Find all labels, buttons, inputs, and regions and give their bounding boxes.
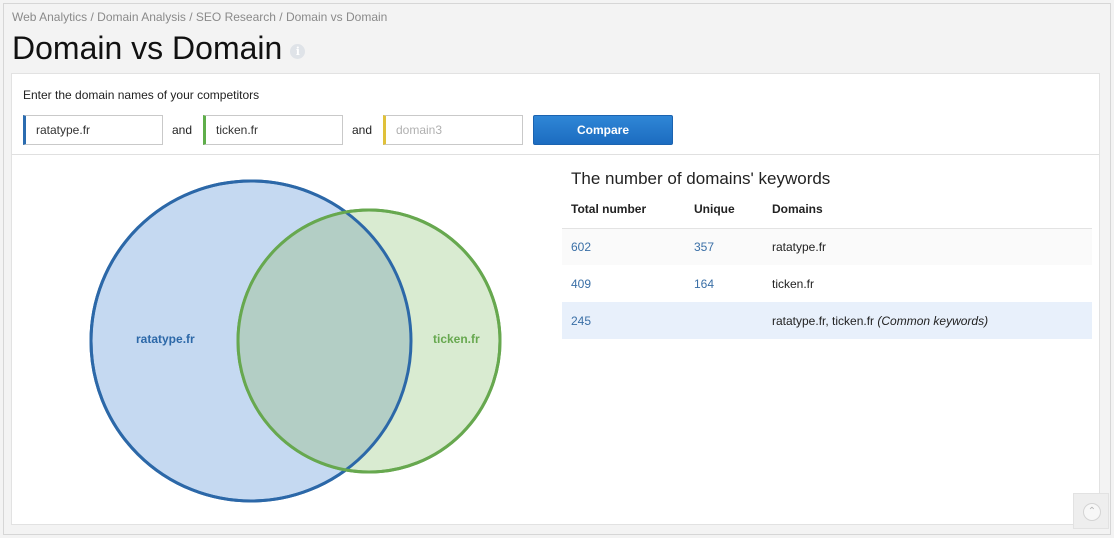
table-row: 602 357 ratatype.fr — [562, 228, 1092, 265]
total-number-link[interactable]: 409 — [562, 265, 685, 302]
domains-cell: ticken.fr — [763, 265, 1092, 302]
table-header-row: Total number Unique Domains — [562, 191, 1092, 229]
and-label: and — [352, 123, 373, 137]
domain3-input[interactable] — [383, 115, 523, 145]
domain2-input[interactable] — [203, 115, 343, 145]
breadcrumb-item-seo-research[interactable]: SEO Research — [196, 10, 276, 24]
breadcrumb-item-current: Domain vs Domain — [285, 10, 388, 24]
page-title-text: Domain vs Domain — [12, 30, 283, 66]
domain1-input[interactable] — [23, 115, 163, 145]
total-number-link[interactable]: 245 — [562, 302, 685, 339]
compare-button[interactable]: Compare — [533, 115, 673, 145]
header-total-number: Total number — [562, 191, 685, 229]
unique-link — [685, 302, 763, 339]
domains-cell: ratatype.fr, ticken.fr (Common keywords) — [763, 302, 1092, 339]
keywords-table-title: The number of domains' keywords — [571, 169, 831, 188]
breadcrumb-item-domain-analysis[interactable]: Domain Analysis — [97, 10, 186, 24]
total-number-link[interactable]: 602 — [562, 228, 685, 265]
comparison-card: Enter the domain names of your competito… — [11, 73, 1100, 525]
venn-label-b: ticken.fr — [433, 332, 480, 346]
domain-form: Enter the domain names of your competito… — [12, 74, 1099, 155]
unique-link[interactable]: 357 — [685, 228, 763, 265]
domains-cell: ratatype.fr — [763, 228, 1092, 265]
form-label: Enter the domain names of your competito… — [23, 88, 260, 102]
info-icon[interactable]: i — [290, 44, 306, 59]
chevron-up-icon: ⌃ — [1083, 503, 1101, 521]
and-label: and — [172, 123, 193, 137]
breadcrumb-item-web-analytics[interactable]: Web Analytics — [12, 10, 87, 24]
table-row: 409 164 ticken.fr — [562, 265, 1092, 302]
header-domains: Domains — [763, 191, 1092, 229]
common-keywords-note: (Common keywords) — [877, 313, 989, 328]
scroll-top-button[interactable]: ⌃ — [1073, 493, 1109, 529]
breadcrumb: Web Analytics / Domain Analysis / SEO Re… — [12, 10, 388, 24]
unique-link[interactable]: 164 — [685, 265, 763, 302]
table-row-common: 245 ratatype.fr, ticken.fr (Common keywo… — [562, 302, 1092, 339]
common-domains: ratatype.fr, ticken.fr — [772, 313, 875, 328]
keywords-table: Total number Unique Domains 602 357 rata… — [562, 191, 1092, 339]
venn-label-a: ratatype.fr — [136, 332, 195, 346]
page-title: Domain vs Domain i — [12, 30, 306, 67]
header-unique: Unique — [685, 191, 763, 229]
